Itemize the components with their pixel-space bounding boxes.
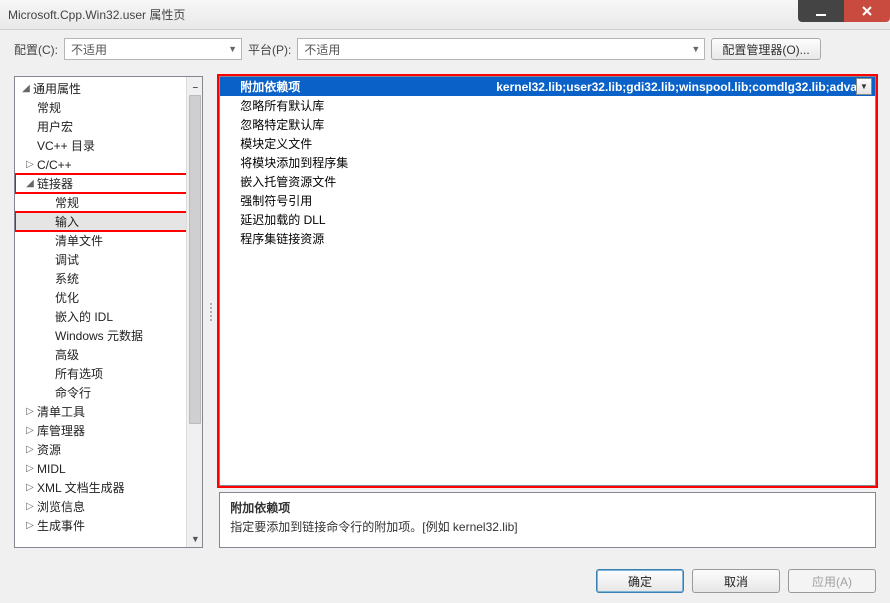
title-bar: Microsoft.Cpp.Win32.user 属性页 [0, 0, 890, 30]
tri-right-icon: ▷ [23, 520, 37, 531]
tree-item[interactable]: ▷库管理器 [15, 421, 202, 440]
description-body: 指定要添加到链接命令行的附加项。[例如 kernel32.lib] [230, 518, 865, 535]
tree-item[interactable]: ▷XML 文档生成器 [15, 478, 202, 497]
tree-item-linker[interactable]: ◢链接器 [15, 174, 202, 193]
prop-row[interactable]: 将模块添加到程序集 [220, 153, 875, 172]
prop-row[interactable]: 忽略所有默认库 [220, 96, 875, 115]
tree-item[interactable]: 高级 [15, 345, 202, 364]
chevron-down-icon: ▼ [228, 44, 237, 54]
tree-item[interactable]: 用户宏 [15, 117, 202, 136]
scroll-thumb[interactable] [189, 95, 201, 424]
tree-item[interactable]: ▷浏览信息 [15, 497, 202, 516]
prop-row[interactable]: 强制符号引用 [220, 191, 875, 210]
tri-right-icon: ▷ [23, 501, 37, 512]
tree-item[interactable]: 系统 [15, 269, 202, 288]
minimize-button[interactable] [798, 0, 844, 22]
tree-pane: ◢通用属性 常规 用户宏 VC++ 目录 ▷C/C++ ◢链接器 常规 输入 清… [14, 76, 203, 548]
chevron-down-icon: ▼ [691, 44, 700, 54]
prop-row[interactable]: 延迟加载的 DLL [220, 210, 875, 229]
tree-item[interactable]: ▷生成事件 [15, 516, 202, 535]
description-box: 附加依赖项 指定要添加到链接命令行的附加项。[例如 kernel32.lib] [219, 492, 876, 548]
tri-right-icon: ▷ [23, 159, 37, 170]
tri-right-icon: ▷ [23, 425, 37, 436]
tri-down-icon: ◢ [23, 178, 37, 189]
tree-item[interactable]: 常规 [15, 98, 202, 117]
config-combo[interactable]: 不适用▼ [64, 38, 242, 60]
splitter[interactable] [209, 76, 213, 548]
prop-row[interactable]: 程序集链接资源 [220, 229, 875, 248]
tree-item[interactable]: VC++ 目录 [15, 136, 202, 155]
tree-item[interactable]: 嵌入的 IDL [15, 307, 202, 326]
apply-button[interactable]: 应用(A) [788, 569, 876, 593]
tri-right-icon: ▷ [23, 463, 37, 474]
prop-row[interactable]: 嵌入托管资源文件 [220, 172, 875, 191]
prop-row[interactable]: 模块定义文件 [220, 134, 875, 153]
tri-right-icon: ▷ [23, 406, 37, 417]
close-button[interactable] [844, 0, 890, 22]
toolbar: 配置(C): 不适用▼ 平台(P): 不适用▼ 配置管理器(O)... [0, 30, 890, 68]
tree-root[interactable]: ◢通用属性 [15, 79, 202, 98]
prop-row-additional-deps[interactable]: 附加依赖项 kernel32.lib;user32.lib;gdi32.lib;… [220, 77, 875, 96]
tree-item[interactable]: 调试 [15, 250, 202, 269]
window-controls [798, 0, 890, 22]
right-pane: 附加依赖项 kernel32.lib;user32.lib;gdi32.lib;… [219, 76, 876, 548]
config-label: 配置(C): [14, 41, 58, 58]
config-manager-button[interactable]: 配置管理器(O)... [711, 38, 820, 60]
tree-item[interactable]: Windows 元数据 [15, 326, 202, 345]
prop-value[interactable]: kernel32.lib;user32.lib;gdi32.lib;winspo… [496, 80, 875, 94]
ok-button[interactable]: 确定 [596, 569, 684, 593]
window-title: Microsoft.Cpp.Win32.user 属性页 [8, 6, 185, 23]
tree-item-input[interactable]: 输入 [15, 212, 202, 231]
tree-item[interactable]: 优化 [15, 288, 202, 307]
platform-label: 平台(P): [248, 41, 291, 58]
dialog-buttons: 确定 取消 应用(A) [596, 569, 876, 593]
tree-item[interactable]: ▷MIDL [15, 459, 202, 478]
tri-down-icon: ◢ [19, 83, 33, 94]
scroll-up-icon[interactable]: ▲ [187, 77, 203, 93]
tree-item[interactable]: 常规 [15, 193, 202, 212]
cancel-button[interactable]: 取消 [692, 569, 780, 593]
tri-right-icon: ▷ [23, 482, 37, 493]
tree: ◢通用属性 常规 用户宏 VC++ 目录 ▷C/C++ ◢链接器 常规 输入 清… [15, 77, 202, 535]
description-title: 附加依赖项 [230, 499, 865, 516]
tree-item[interactable]: 命令行 [15, 383, 202, 402]
scrollbar[interactable]: ▲▼ [186, 77, 202, 547]
dropdown-icon[interactable]: ▼ [856, 78, 872, 95]
tree-item[interactable]: 所有选项 [15, 364, 202, 383]
tree-item-ccpp[interactable]: ▷C/C++ [15, 155, 202, 174]
tree-item[interactable]: ▷清单工具 [15, 402, 202, 421]
property-grid: 附加依赖项 kernel32.lib;user32.lib;gdi32.lib;… [219, 76, 876, 486]
tree-item[interactable]: 清单文件 [15, 231, 202, 250]
scroll-down-icon[interactable]: ▼ [187, 531, 203, 547]
prop-row[interactable]: 忽略特定默认库 [220, 115, 875, 134]
tri-right-icon: ▷ [23, 444, 37, 455]
main-area: ◢通用属性 常规 用户宏 VC++ 目录 ▷C/C++ ◢链接器 常规 输入 清… [0, 68, 890, 548]
prop-label: 附加依赖项 [220, 78, 496, 95]
platform-combo[interactable]: 不适用▼ [297, 38, 705, 60]
tree-item[interactable]: ▷资源 [15, 440, 202, 459]
